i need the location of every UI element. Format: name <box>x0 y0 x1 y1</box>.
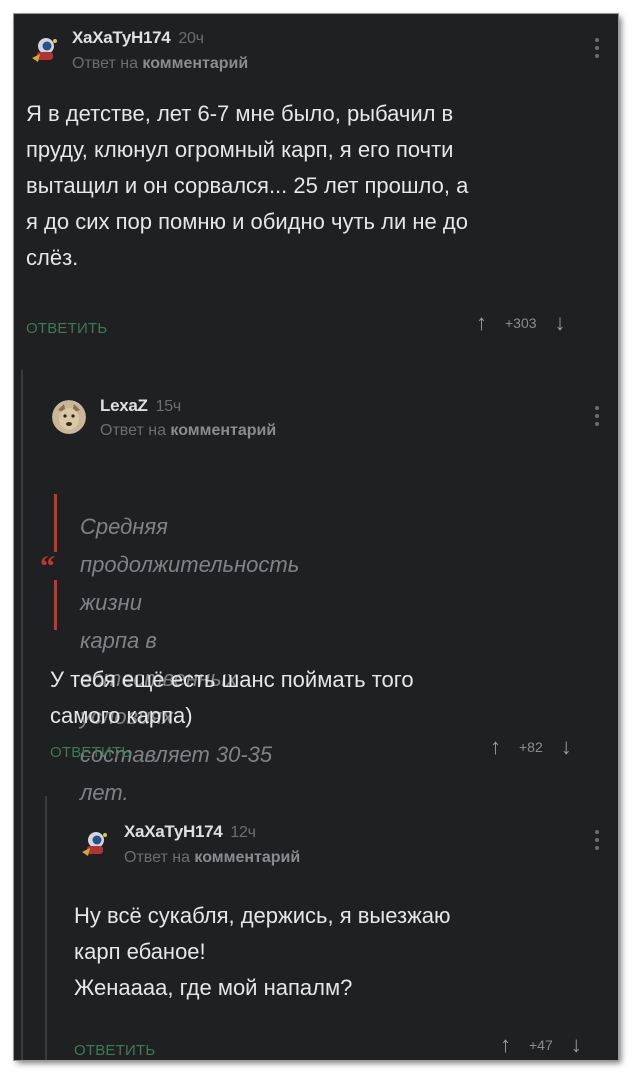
vote-score: +82 <box>519 739 543 755</box>
comment-text: Ну всё сукабля, держись, я выезжаю карп … <box>74 903 451 1000</box>
reply-target-link[interactable]: комментарий <box>142 55 248 72</box>
reply-target-link[interactable]: комментарий <box>194 849 300 866</box>
comment-2: LexaZ 15ч Ответ на комментарий “ Средняя … <box>14 374 618 805</box>
upvote-icon[interactable]: ↑ <box>500 1034 511 1056</box>
comment-time: 15ч <box>155 398 182 415</box>
comment-1: ХаХаТуН174 20ч Ответ на комментарий Я в д… <box>14 14 618 359</box>
reply-button[interactable]: ОТВЕТИТЬ <box>74 1042 155 1059</box>
upvote-icon[interactable]: ↑ <box>490 736 501 758</box>
quote-icon: “ <box>40 550 55 583</box>
reply-button[interactable]: ОТВЕТИТЬ <box>50 744 131 761</box>
comment-3: ХаХаТуН174 12ч Ответ на комментарий Ну вс… <box>14 794 618 1060</box>
quote-bar <box>54 580 57 630</box>
author-name[interactable]: LexaZ 15ч <box>100 396 181 416</box>
astronaut-avatar[interactable] <box>28 32 62 66</box>
author-name[interactable]: ХаХаТуН174 12ч <box>124 822 256 842</box>
reply-to-label: Ответ на комментарий <box>100 422 277 439</box>
downvote-icon[interactable]: ↓ <box>561 736 572 758</box>
vote-controls: ↑ +47 ↓ <box>500 1034 582 1056</box>
upvote-icon[interactable]: ↑ <box>476 312 487 334</box>
reply-button[interactable]: ОТВЕТИТЬ <box>26 320 107 337</box>
downvote-icon[interactable]: ↓ <box>555 312 566 334</box>
reply-to-label: Ответ на комментарий <box>72 55 249 72</box>
comment-thread: ХаХаТуН174 20ч Ответ на комментарий Я в д… <box>14 14 618 1060</box>
quote-bar <box>54 494 57 552</box>
vote-controls: ↑ +82 ↓ <box>490 736 572 758</box>
more-menu-icon[interactable] <box>595 38 599 62</box>
reply-target-link[interactable]: комментарий <box>170 422 276 439</box>
reply-to-label: Ответ на комментарий <box>124 849 301 866</box>
quote-text: Средняя продолжительность жизни карпа в … <box>80 514 300 805</box>
more-menu-icon[interactable] <box>595 406 599 430</box>
comment-text: Я в детстве, лет 6-7 мне было, рыбачил в… <box>26 101 469 270</box>
vote-controls: ↑ +303 ↓ <box>476 312 566 334</box>
downvote-icon[interactable]: ↓ <box>571 1034 582 1056</box>
vote-score: +303 <box>505 315 537 331</box>
author-name[interactable]: ХаХаТуН174 20ч <box>72 28 204 48</box>
comment-time: 20ч <box>178 30 204 47</box>
wolf-avatar[interactable] <box>52 400 86 434</box>
comment-text: У тебя ещё есть шанс поймать того самого… <box>50 667 414 728</box>
more-menu-icon[interactable] <box>595 830 599 854</box>
astronaut-avatar[interactable] <box>78 826 112 860</box>
comment-time: 12ч <box>230 824 256 841</box>
vote-score: +47 <box>529 1037 553 1053</box>
